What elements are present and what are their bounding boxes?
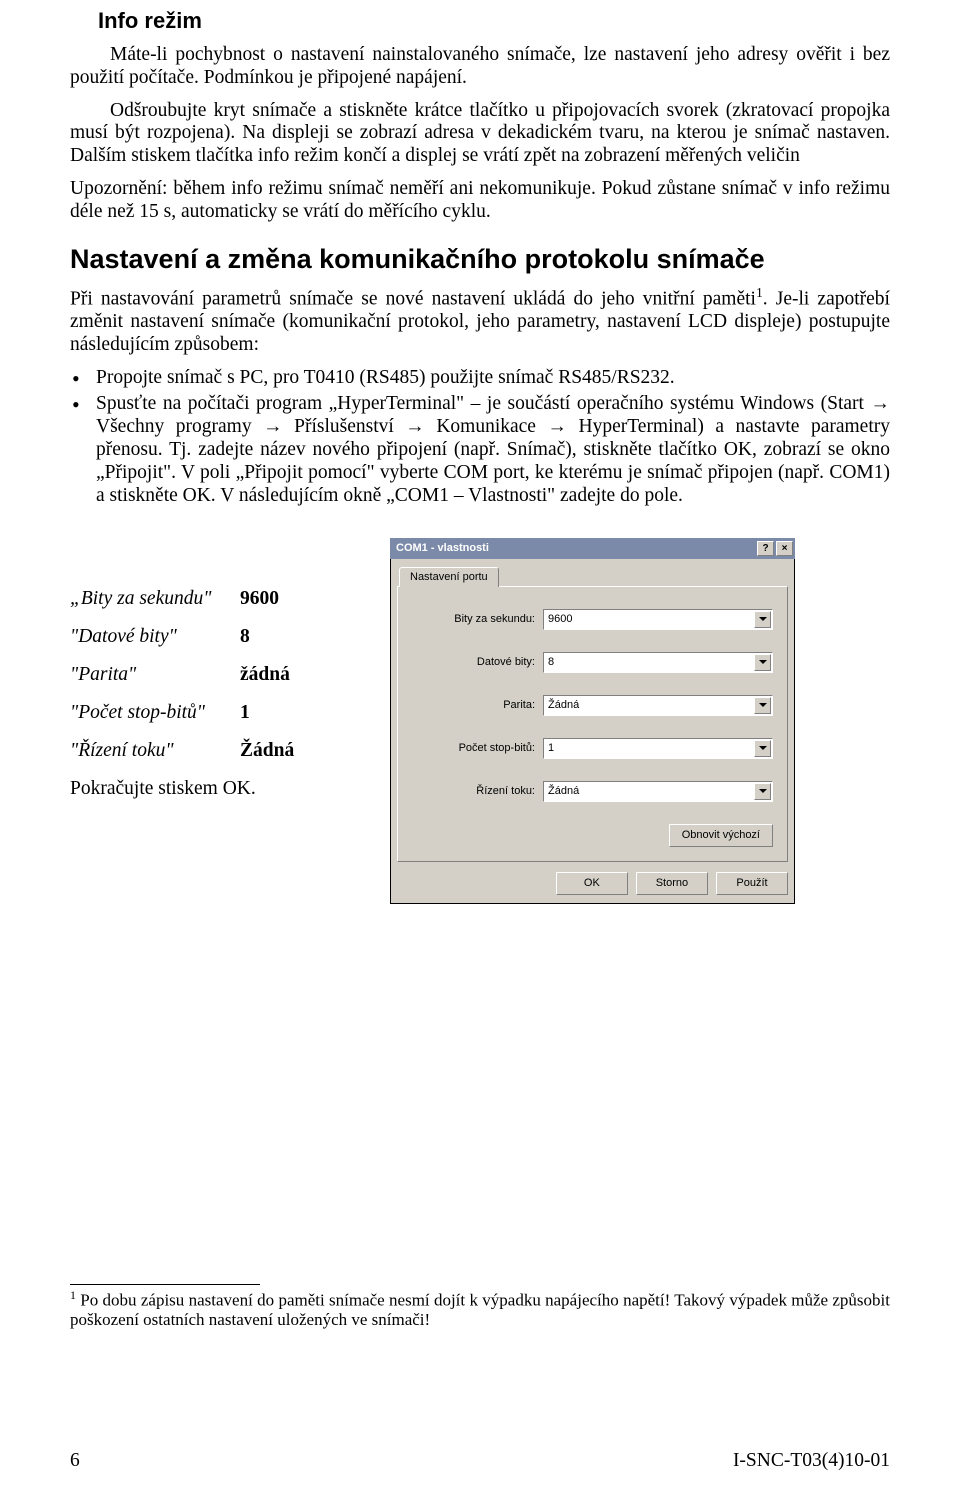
field-label: Datové bity: <box>477 656 535 668</box>
help-icon[interactable]: ? <box>757 541 774 556</box>
paragraph: Máte-li pochybnost o nastavení nainstalo… <box>70 44 890 90</box>
dialog-title: COM1 - vlastnosti <box>396 542 489 554</box>
com1-properties-dialog: COM1 - vlastnosti ? × Nastavení portu Bi… <box>390 538 795 904</box>
setting-value: 9600 <box>240 588 279 610</box>
heading-nastaveni: Nastavení a změna komunikačního protokol… <box>70 244 890 275</box>
page-footer: 6 I-SNC-T03(4)10-01 <box>70 1450 890 1472</box>
page-number: 6 <box>70 1450 80 1472</box>
select-value: Žádná <box>548 785 579 797</box>
setting-label: "Datové bity" <box>70 626 240 648</box>
setting-value: 1 <box>240 702 250 724</box>
parity-select[interactable]: Žádná <box>543 695 773 716</box>
continue-text: Pokračujte stiskem OK. <box>70 778 390 800</box>
select-value: 1 <box>548 742 554 754</box>
field-label: Bity za sekundu: <box>454 613 535 625</box>
setting-value: 8 <box>240 626 250 648</box>
paragraph: Při nastavování parametrů snímače se nov… <box>70 285 890 357</box>
chevron-down-icon[interactable] <box>754 740 771 757</box>
cancel-button[interactable]: Storno <box>636 872 708 895</box>
setting-label: "Počet stop-bitů" <box>70 702 240 724</box>
paragraph: Upozornění: během info režimu snímač nem… <box>70 178 890 224</box>
tab-port-settings[interactable]: Nastavení portu <box>399 567 499 587</box>
footnote-text: Po dobu zápisu nastavení do paměti sníma… <box>70 1290 890 1329</box>
setting-label: "Parita" <box>70 664 240 686</box>
text: Při nastavování parametrů snímače se nov… <box>70 288 756 309</box>
dialog-titlebar: COM1 - vlastnosti ? × <box>390 538 795 559</box>
chevron-down-icon[interactable] <box>754 654 771 671</box>
setting-label: "Řízení toku" <box>70 740 240 762</box>
list-item: Propojte snímač s PC, pro T0410 (RS485) … <box>70 367 890 390</box>
field-label: Počet stop-bitů: <box>459 742 535 754</box>
close-icon[interactable]: × <box>776 541 793 556</box>
select-value: 8 <box>548 656 554 668</box>
document-code: I-SNC-T03(4)10-01 <box>733 1450 890 1472</box>
footnote-ref: 1 <box>756 285 763 300</box>
restore-defaults-button[interactable]: Obnovit výchozí <box>669 824 773 847</box>
footnote: 1 Po dobu zápisu nastavení do paměti sní… <box>70 1289 890 1330</box>
field-label: Parita: <box>503 699 535 711</box>
setting-value: Žádná <box>240 740 294 762</box>
footnote-separator <box>70 1284 260 1285</box>
flowcontrol-select[interactable]: Žádná <box>543 781 773 802</box>
settings-values: „Bity za sekundu"9600 "Datové bity"8 "Pa… <box>70 588 390 800</box>
setting-label: „Bity za sekundu" <box>70 588 240 610</box>
chevron-down-icon[interactable] <box>754 783 771 800</box>
apply-button[interactable]: Použít <box>716 872 788 895</box>
chevron-down-icon[interactable] <box>754 697 771 714</box>
bullet-list: Propojte snímač s PC, pro T0410 (RS485) … <box>70 367 890 508</box>
tab-panel: Bity za sekundu: 9600 Datové bity: 8 Par… <box>397 586 788 862</box>
databits-select[interactable]: 8 <box>543 652 773 673</box>
select-value: 9600 <box>548 613 572 625</box>
chevron-down-icon[interactable] <box>754 611 771 628</box>
select-value: Žádná <box>548 699 579 711</box>
ok-button[interactable]: OK <box>556 872 628 895</box>
list-item: Spusťte na počítači program „HyperTermin… <box>70 393 890 507</box>
setting-value: žádná <box>240 664 290 686</box>
field-label: Řízení toku: <box>476 785 535 797</box>
paragraph: Odšroubujte kryt snímače a stiskněte krá… <box>70 100 890 168</box>
heading-info-rezim: Info režim <box>98 8 890 34</box>
stopbits-select[interactable]: 1 <box>543 738 773 759</box>
baud-select[interactable]: 9600 <box>543 609 773 630</box>
